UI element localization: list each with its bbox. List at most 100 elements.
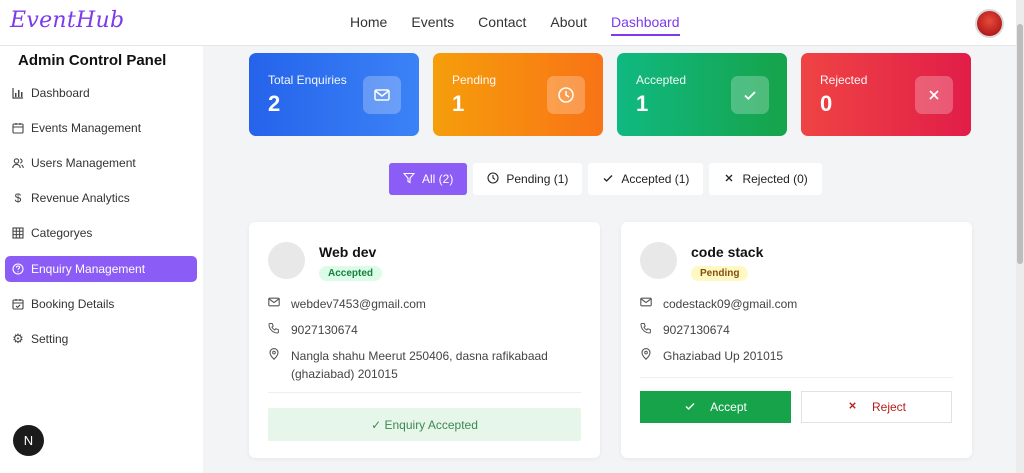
help-icon (12, 263, 24, 275)
eventhub-logo[interactable]: EventHub (10, 8, 124, 33)
sidebar-item-label: Categoryes (31, 226, 93, 240)
sidebar-item-label: Revenue Analytics (31, 191, 130, 205)
filter-accepted[interactable]: Accepted (1) (588, 163, 704, 195)
enquiry-name: code stack (691, 244, 764, 260)
stat-label: Total Enquiries (268, 73, 347, 87)
phone-icon (640, 321, 653, 339)
enquiry-address-row: Ghaziabad Up 201015 (640, 347, 783, 365)
map-pin-icon (640, 347, 653, 365)
sidebar-item-events-management[interactable]: Events Management (5, 115, 197, 141)
bar-chart-icon (12, 87, 24, 99)
filter-all[interactable]: All (2) (389, 163, 468, 195)
stat-value: 1 (636, 91, 649, 116)
page-scrollbar[interactable] (1016, 0, 1024, 473)
sidebar-item-label: Events Management (31, 121, 142, 135)
enquiry-phone-row: 9027130674 (268, 321, 358, 339)
stat-value: 0 (820, 91, 833, 116)
sidebar-item-users-management[interactable]: Users Management (5, 150, 197, 176)
check-icon (684, 400, 696, 415)
filter-tabs: All (2) Pending (1) Accepted (1) Rejecte… (389, 163, 822, 195)
clock-icon (547, 76, 585, 114)
sidebar-item-enquiry-management[interactable]: Enquiry Management (5, 256, 197, 282)
nav-about[interactable]: About (550, 14, 587, 36)
stat-card-total-enquiries: Total Enquiries 2 (249, 53, 419, 136)
sidebar-item-label: Booking Details (31, 297, 115, 311)
stat-card-pending: Pending 1 (433, 53, 603, 136)
enquiry-phone-row: 9027130674 (640, 321, 730, 339)
calendar-check-icon (12, 298, 24, 310)
enquiry-card: code stack Pending codestack09@gmail.com… (621, 222, 972, 458)
stat-card-accepted: Accepted 1 (617, 53, 787, 136)
status-badge: Pending (691, 266, 749, 281)
mail-icon (363, 76, 401, 114)
sidebar-title: Admin Control Panel (18, 52, 167, 69)
sidebar-item-label: Dashboard (31, 86, 90, 100)
stat-card-rejected: Rejected 0 (801, 53, 971, 136)
nav-events[interactable]: Events (411, 14, 454, 36)
enquiry-email: codestack09@gmail.com (663, 297, 798, 311)
accept-label: Accept (710, 400, 747, 414)
nav-home[interactable]: Home (350, 14, 387, 36)
sidebar-item-label: Setting (31, 332, 69, 346)
sidebar-item-booking-details[interactable]: Booking Details (5, 291, 197, 317)
enquiry-card: Web dev Accepted webdev7453@gmail.com 90… (249, 222, 600, 458)
stat-label: Rejected (820, 73, 868, 87)
filter-label: Rejected (0) (742, 172, 808, 186)
filter-icon (402, 172, 416, 187)
status-badge: Accepted (319, 266, 383, 281)
sidebar-item-revenue-analytics[interactable]: $ Revenue Analytics (5, 185, 197, 211)
reject-label: Reject (871, 400, 906, 414)
enquiry-email: webdev7453@gmail.com (291, 297, 426, 311)
enquiry-address: Nangla shahu Meerut 250406, dasna rafika… (291, 347, 548, 383)
users-icon (12, 157, 24, 169)
clock-icon (487, 171, 499, 187)
sidebar-item-label: Enquiry Management (31, 262, 146, 276)
nav-dashboard[interactable]: Dashboard (611, 14, 680, 36)
enquiry-address: Ghaziabad Up 201015 (663, 349, 784, 363)
scrollbar-thumb[interactable] (1017, 24, 1023, 264)
enquiry-email-row: codestack09@gmail.com (640, 295, 797, 313)
x-icon (915, 76, 953, 114)
filter-label: Accepted (1) (621, 172, 690, 186)
x-icon (723, 172, 735, 187)
gear-icon: ⚙ (12, 331, 24, 346)
accept-button[interactable]: Accept (640, 391, 791, 423)
filter-rejected[interactable]: Rejected (0) (709, 163, 822, 195)
enquiry-accepted-status: ✓ Enquiry Accepted (268, 408, 581, 441)
sidebar: Admin Control Panel Dashboard Events Man… (0, 46, 203, 473)
sidebar-item-categoryes[interactable]: Categoryes (5, 220, 197, 246)
user-avatar[interactable] (975, 9, 1004, 38)
phone-icon (268, 321, 281, 339)
enquiry-avatar (640, 242, 677, 279)
enquiry-name: Web dev (319, 244, 377, 260)
enquiry-address-line-2: (ghaziabad) 201015 (291, 367, 398, 381)
nav-contact[interactable]: Contact (478, 14, 526, 36)
enquiry-email-row: webdev7453@gmail.com (268, 295, 426, 313)
check-icon (602, 172, 614, 187)
map-pin-icon (268, 347, 281, 383)
sidebar-item-setting[interactable]: ⚙ Setting (5, 326, 197, 352)
filter-label: All (2) (422, 172, 454, 186)
grid-icon (12, 227, 24, 239)
top-navbar: EventHub Home Events Contact About Dashb… (0, 0, 1016, 46)
stat-value: 2 (268, 91, 281, 116)
stat-value: 1 (452, 91, 465, 116)
filter-pending[interactable]: Pending (1) (473, 163, 583, 195)
enquiry-avatar (268, 242, 305, 279)
sidebar-item-dashboard[interactable]: Dashboard (5, 80, 197, 106)
stat-label: Pending (452, 73, 497, 87)
sidebar-item-label: Users Management (31, 156, 136, 170)
dollar-icon: $ (14, 191, 22, 205)
enquiry-phone: 9027130674 (291, 323, 358, 337)
card-divider (268, 392, 581, 393)
x-icon (847, 400, 858, 414)
enquiry-phone: 9027130674 (663, 323, 730, 337)
mail-icon (640, 295, 653, 313)
card-divider (640, 377, 953, 378)
enquiry-address-row: Nangla shahu Meerut 250406, dasna rafika… (268, 347, 548, 383)
reject-button[interactable]: Reject (801, 391, 952, 423)
calendar-icon (12, 122, 24, 134)
enquiry-address-line-1: Nangla shahu Meerut 250406, dasna rafika… (291, 349, 548, 363)
framework-badge[interactable]: N (13, 425, 44, 456)
stat-label: Accepted (636, 73, 687, 87)
